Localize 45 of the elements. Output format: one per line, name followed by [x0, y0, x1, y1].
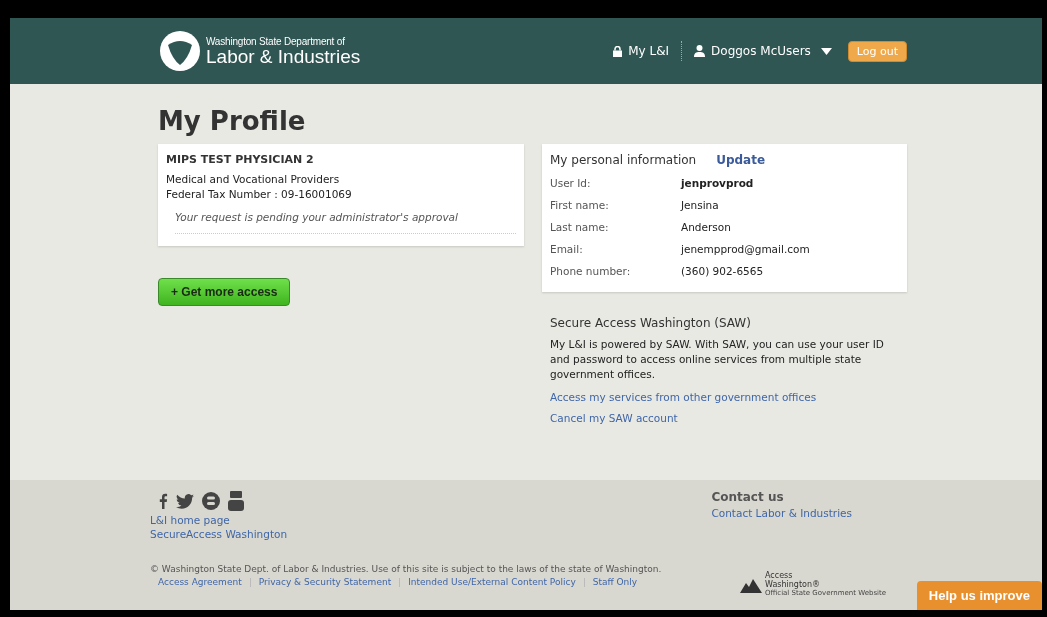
account-type: Medical and Vocational Providers: [166, 172, 341, 187]
contact-link[interactable]: Contact Labor & Industries: [711, 507, 852, 519]
caret-icon: [820, 47, 832, 55]
footer-link[interactable]: SecureAccess Washington: [150, 528, 712, 540]
saw-link[interactable]: Access my services from other government offices: [550, 391, 899, 403]
user-icon: [694, 45, 706, 57]
aw-text: Access: [765, 571, 794, 580]
footer-link[interactable]: Privacy & Security Statement: [258, 577, 392, 587]
page-title: My Profile: [158, 106, 307, 136]
blogger-icon[interactable]: [202, 492, 220, 510]
field-label: Email:: [550, 243, 584, 255]
field-value: jenprovprod: [681, 177, 754, 189]
contact-title: Contact us: [711, 490, 785, 504]
org-line: Washington State Department of: [206, 35, 346, 47]
logo-icon: [160, 31, 200, 71]
tax-number: Federal Tax Number : 09-16001069: [166, 187, 353, 202]
get-access-button[interactable]: + Get more access: [158, 278, 291, 306]
field-value: jenempprod@gmail.com: [681, 243, 810, 255]
field-label: Phone number:: [550, 265, 632, 277]
card-title: My personal information: [550, 153, 697, 167]
user-menu[interactable]: Doggos McUsers: [694, 44, 832, 58]
twitter-icon[interactable]: [176, 493, 194, 509]
copyright: © Washington State Dept. of Labor & Industries. Use of this site is subject to the laws of the state of Washington.: [150, 564, 663, 574]
field-label: First name:: [550, 199, 610, 211]
footer-link[interactable]: Staff Only: [592, 577, 638, 587]
aw-text: Washington®: [765, 580, 820, 589]
help-button[interactable]: Help us improve: [916, 581, 1042, 610]
footer-link[interactable]: L&I home page: [150, 514, 712, 526]
footer-link[interactable]: Access Agreement: [158, 577, 242, 587]
lock-icon: [613, 45, 623, 57]
account-name: MIPS TEST PHYSICIAN 2: [166, 153, 315, 166]
org-name: Labor & Industries: [206, 46, 361, 67]
field-value: Jensina: [681, 199, 719, 211]
saw-description: My L&I is powered by SAW. With SAW, you can use your user ID and password to access online services from multiple state government offices.: [550, 337, 885, 382]
my-li-link[interactable]: My L&I: [613, 44, 670, 58]
field-value: (360) 902-6565: [681, 265, 764, 277]
field-value: Anderson: [681, 221, 731, 233]
saw-title: Secure Access Washington (SAW): [550, 316, 752, 330]
saw-link[interactable]: Cancel my SAW account: [550, 412, 899, 424]
facebook-icon[interactable]: [158, 493, 168, 509]
update-link[interactable]: Update: [716, 153, 766, 167]
field-label: User Id:: [550, 177, 592, 189]
footer-link[interactable]: Intended Use/External Content Policy: [408, 577, 576, 587]
field-label: Last name:: [550, 221, 610, 233]
pending-note: Your request is pending your administrator's approval: [175, 211, 516, 234]
